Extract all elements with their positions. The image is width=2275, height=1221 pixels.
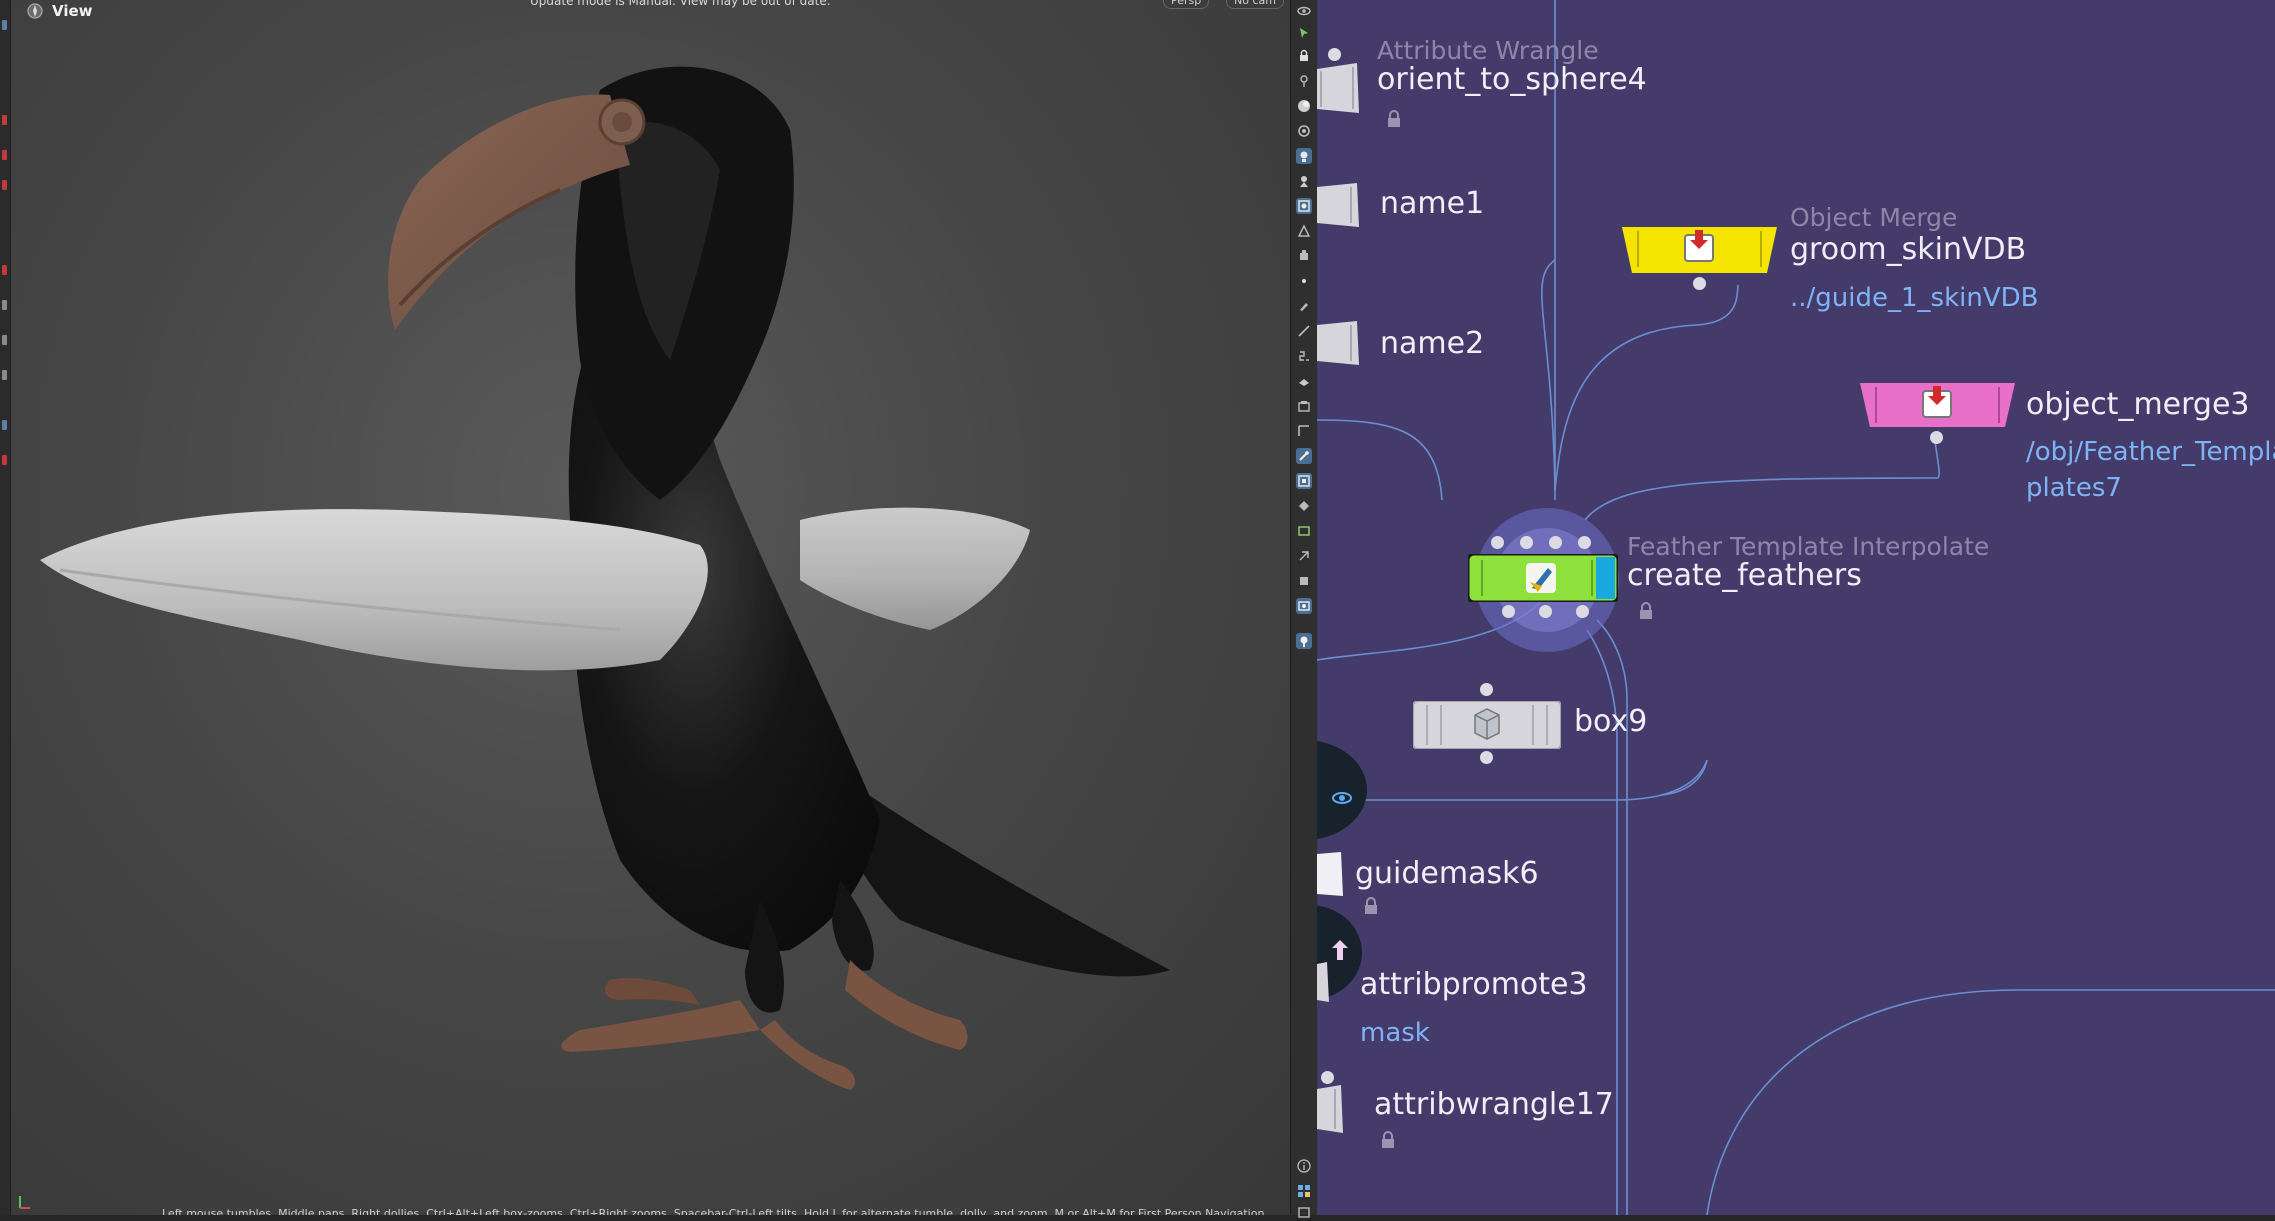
node-input-dot[interactable] [1520, 536, 1533, 549]
node-type-label: Object Merge [1790, 203, 1958, 232]
camera-icon[interactable] [1296, 148, 1312, 164]
layout-icon[interactable] [1296, 1183, 1312, 1199]
viewport-header: View [26, 0, 93, 22]
camera-light-icon[interactable] [1296, 633, 1312, 649]
network-editor[interactable]: Attribute Wrangle orient_to_sphere4 name… [1317, 0, 2275, 1215]
display-icon[interactable] [1296, 573, 1312, 589]
node-name-label[interactable]: attribwrangle17 [1374, 1087, 1614, 1122]
node-name-label[interactable]: create_feathers [1627, 558, 1862, 593]
axis-gizmo-icon [19, 1196, 30, 1209]
lock-icon[interactable] [1362, 897, 1380, 915]
left-toolbar-strip[interactable] [0, 0, 11, 1215]
node-output-dot[interactable] [1576, 605, 1589, 618]
snap-icon[interactable] [1296, 173, 1312, 189]
strip-mark-3[interactable] [2, 150, 7, 160]
node-name-label[interactable]: orient_to_sphere4 [1377, 62, 1647, 97]
node-create-feathers[interactable] [1466, 552, 1620, 606]
strip-mark-1[interactable] [2, 20, 7, 30]
grid-icon[interactable] [1296, 448, 1312, 464]
strip-mark-5[interactable] [2, 265, 7, 275]
lock-icon[interactable] [1296, 48, 1312, 64]
houdini-view-icon[interactable] [26, 2, 44, 20]
node-output-dot[interactable] [1480, 751, 1493, 764]
measure-icon[interactable] [1296, 323, 1312, 339]
node-name2[interactable] [1317, 321, 1362, 369]
viewport-help-text: Left mouse tumbles. Middle pans. Right d… [162, 1207, 1268, 1215]
pin-icon[interactable] [1296, 73, 1312, 89]
select-icon[interactable] [1296, 25, 1312, 41]
node-input-dot[interactable] [1480, 683, 1493, 696]
cam-menu[interactable]: No cam [1226, 0, 1284, 9]
node-output-dot[interactable] [1693, 277, 1706, 290]
window-icon[interactable] [1296, 1205, 1312, 1221]
node-guidemask6[interactable] [1317, 852, 1347, 900]
node-groom-skinvdb[interactable] [1622, 227, 1777, 279]
node-attribwrangle17[interactable] [1317, 1085, 1347, 1137]
render-icon[interactable] [1296, 198, 1312, 214]
node-input-dot[interactable] [1491, 536, 1504, 549]
diamond-icon[interactable] [1296, 473, 1312, 489]
eye-icon[interactable] [1331, 787, 1353, 809]
node-name1[interactable] [1317, 183, 1362, 231]
viewport-tool-shelf [1290, 0, 1318, 1218]
toucan-render [40, 66, 1170, 1090]
image-icon[interactable] [1296, 498, 1312, 514]
node-name-label[interactable]: groom_skinVDB [1790, 232, 2026, 267]
arrow-up-icon[interactable] [1329, 938, 1351, 962]
strip-mark-6[interactable] [2, 300, 7, 310]
node-type-label: Feather Template Interpolate [1627, 532, 1990, 561]
square-icon[interactable] [1296, 548, 1312, 564]
handles-icon[interactable] [1296, 398, 1312, 414]
scene-viewport[interactable]: View Update mode is Manual. View may be … [0, 0, 1290, 1215]
node-input-dot[interactable] [1321, 1071, 1334, 1084]
node-input-dot[interactable] [1328, 48, 1341, 61]
strip-mark-8[interactable] [2, 370, 7, 380]
node-orient-to-sphere4[interactable] [1317, 63, 1362, 117]
node-attribpromote3[interactable] [1317, 960, 1331, 1008]
search-icon[interactable] [1296, 598, 1312, 614]
lock-icon[interactable] [1637, 602, 1655, 620]
lights-icon[interactable] [1296, 223, 1312, 239]
number-icon[interactable] [1296, 348, 1312, 364]
update-mode-message: Update mode is Manual. View may be out o… [530, 0, 831, 8]
paint-icon[interactable] [1296, 248, 1312, 264]
strip-mark-9[interactable] [2, 420, 7, 430]
node-input-dot[interactable] [1578, 536, 1591, 549]
node-object-merge3[interactable] [1860, 383, 2015, 433]
node-name-label[interactable]: object_merge3 [2026, 387, 2250, 422]
lock-icon[interactable] [1379, 1131, 1397, 1149]
strip-mark-10[interactable] [2, 455, 7, 465]
node-type-label: Attribute Wrangle [1377, 36, 1599, 65]
node-param-label[interactable]: /obj/Feather_Templa [2026, 437, 2275, 467]
frame-icon[interactable] [1296, 423, 1312, 439]
node-output-dot[interactable] [1502, 605, 1515, 618]
wire-icon[interactable] [1296, 523, 1312, 539]
scale-icon[interactable] [1296, 373, 1312, 389]
node-box9[interactable] [1412, 700, 1562, 753]
node-name-label[interactable]: guidemask6 [1355, 856, 1539, 891]
shading-icon[interactable] [1296, 98, 1312, 114]
node-name-label[interactable]: name1 [1380, 186, 1484, 221]
brush-icon[interactable] [1296, 298, 1312, 314]
point-icon[interactable] [1296, 273, 1312, 289]
camera-menu[interactable]: Persp [1163, 0, 1210, 9]
node-param-label[interactable]: ../guide_1_skinVDB [1790, 283, 2039, 313]
viewport-title: View [52, 2, 93, 20]
strip-mark-7[interactable] [2, 335, 7, 345]
strip-mark-4[interactable] [2, 180, 7, 190]
strip-mark-2[interactable] [2, 115, 7, 125]
node-output-dot[interactable] [1539, 605, 1552, 618]
node-name-label[interactable]: box9 [1574, 704, 1647, 739]
node-name-label[interactable]: attribpromote3 [1360, 967, 1588, 1002]
node-param-label[interactable]: plates7 [2026, 473, 2122, 503]
view-icon[interactable] [1296, 3, 1312, 19]
node-wires [1317, 0, 2275, 1215]
node-output-dot[interactable] [1930, 431, 1943, 444]
node-param-label[interactable]: mask [1360, 1018, 1430, 1048]
visibility-icon[interactable] [1296, 123, 1312, 139]
node-input-dot[interactable] [1549, 536, 1562, 549]
node-name-label[interactable]: name2 [1380, 326, 1484, 361]
info-icon[interactable] [1296, 1158, 1312, 1174]
lock-icon[interactable] [1385, 110, 1403, 128]
